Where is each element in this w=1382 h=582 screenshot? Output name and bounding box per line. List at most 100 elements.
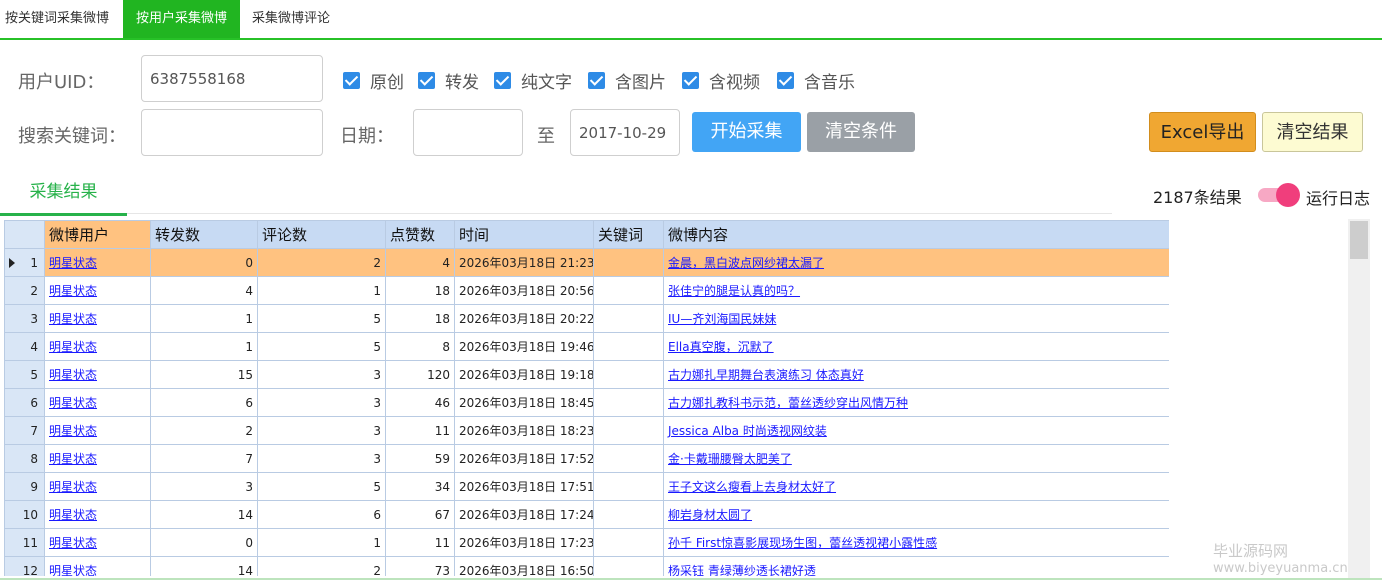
row-header[interactable]: 12 (4, 556, 45, 576)
table-row[interactable]: 11 明星状态 0 1 11 2026年03月18日 17:23 孙千 First惊喜影展现… (4, 528, 1169, 557)
row-header[interactable]: 11 (4, 528, 45, 557)
user-link[interactable]: 明星状态 (49, 564, 97, 576)
user-link[interactable]: 明星状态 (49, 396, 97, 410)
row-header[interactable]: 8 (4, 444, 45, 473)
row-header[interactable]: 6 (4, 388, 45, 417)
table-row[interactable]: 1 明星状态 0 2 4 2026年03月18日 21:23 金晨，黑白波点网纱裙太漏了 (4, 248, 1169, 277)
cell-time: 2026年03月18日 16:50 (454, 556, 594, 576)
run-log-toggle[interactable] (1258, 183, 1300, 207)
checkbox-has-video[interactable]: 含视频 (682, 70, 760, 93)
date-to-input[interactable] (570, 109, 680, 156)
row-header[interactable]: 2 (4, 276, 45, 305)
table-row[interactable]: 9 明星状态 3 5 34 2026年03月18日 17:51 王子文这么瘦看上去身材太好了 (4, 472, 1169, 501)
cell-likes: 67 (385, 500, 455, 529)
row-header[interactable]: 9 (4, 472, 45, 501)
row-header[interactable]: 10 (4, 500, 45, 529)
content-link[interactable]: Jessica Alba 时尚透视网纹装 (668, 424, 827, 438)
tab-user-collect[interactable]: 按用户采集微博 (123, 0, 240, 38)
column-header[interactable]: 关键词 (593, 220, 664, 249)
checkbox-original[interactable]: 原创 (343, 70, 404, 93)
row-header[interactable]: 4 (4, 332, 45, 361)
start-collect-button[interactable]: 开始采集 (692, 112, 801, 152)
table-row[interactable]: 10 明星状态 14 6 67 2026年03月18日 17:24 柳岩身材太圆了 (4, 500, 1169, 529)
toggle-knob (1276, 183, 1300, 207)
row-header[interactable]: 7 (4, 416, 45, 445)
cell-keyword (593, 276, 664, 305)
cell-reposts: 14 (150, 500, 258, 529)
user-link[interactable]: 明星状态 (49, 424, 97, 438)
content-link[interactable]: 古力娜扎早期舞台表演练习 体态真好 (668, 368, 864, 382)
excel-export-button[interactable]: Excel导出 (1149, 112, 1256, 152)
keyword-input[interactable] (141, 109, 323, 156)
checkbox-repost[interactable]: 转发 (418, 70, 479, 93)
cell-comments: 1 (257, 528, 386, 557)
content-link[interactable]: 孙千 First惊喜影展现场生图，蕾丝透视裙小露性感 (668, 536, 937, 550)
user-link[interactable]: 明星状态 (49, 312, 97, 326)
table-row[interactable]: 6 明星状态 6 3 46 2026年03月18日 18:45 古力娜扎教科书示范，蕾丝透纱… (4, 388, 1169, 417)
user-link[interactable]: 明星状态 (49, 452, 97, 466)
cell-reposts: 1 (150, 332, 258, 361)
cell-user: 明星状态 (44, 332, 151, 361)
user-link[interactable]: 明星状态 (49, 536, 97, 550)
content-link[interactable]: Ella真空腹，沉默了 (668, 340, 774, 354)
cell-comments: 2 (257, 248, 386, 277)
user-link[interactable]: 明星状态 (49, 368, 97, 382)
date-from-input[interactable] (413, 109, 523, 156)
row-header[interactable]: 3 (4, 304, 45, 333)
uid-input[interactable] (141, 55, 323, 102)
content-link[interactable]: 柳岩身材太圆了 (668, 508, 752, 522)
vertical-scrollbar[interactable] (1348, 219, 1370, 579)
tab-comment-collect[interactable]: 采集微博评论 (252, 0, 362, 38)
user-link[interactable]: 明星状态 (49, 284, 97, 298)
column-header[interactable]: 评论数 (257, 220, 386, 249)
checkbox-checked-icon (682, 71, 699, 89)
table-row[interactable]: 7 明星状态 2 3 11 2026年03月18日 18:23 Jessica Alba 时… (4, 416, 1169, 445)
clear-conditions-button[interactable]: 清空条件 (807, 112, 915, 152)
table-row[interactable]: 2 明星状态 4 1 18 2026年03月18日 20:56 张佳宁的腿是认真的吗？ (4, 276, 1169, 305)
cell-time: 2026年03月18日 17:24 (454, 500, 594, 529)
column-header[interactable]: 转发数 (150, 220, 258, 249)
table-row[interactable]: 3 明星状态 1 5 18 2026年03月18日 20:22 IU—齐刘海国民妹妹 (4, 304, 1169, 333)
user-link[interactable]: 明星状态 (49, 508, 97, 522)
column-header[interactable]: 微博用户 (44, 220, 151, 249)
scrollbar-thumb[interactable] (1350, 221, 1368, 259)
checkbox-label: 原创 (370, 72, 404, 93)
content-link[interactable]: 王子文这么瘦看上去身材太好了 (668, 480, 836, 494)
content-link[interactable]: 金晨，黑白波点网纱裙太漏了 (668, 256, 824, 270)
column-header[interactable]: 时间 (454, 220, 594, 249)
table-row[interactable]: 12 明星状态 14 2 73 2026年03月18日 16:50 杨采钰 青绿薄纱透长裙好… (4, 556, 1169, 576)
cell-time: 2026年03月18日 19:46 (454, 332, 594, 361)
checkbox-has-image[interactable]: 含图片 (588, 70, 666, 93)
row-header[interactable]: 1 (4, 248, 45, 277)
content-link[interactable]: 杨采钰 青绿薄纱透长裙好透 (668, 564, 816, 576)
row-header[interactable]: 5 (4, 360, 45, 389)
checkbox-checked-icon (418, 71, 435, 89)
status-line (0, 578, 1382, 580)
column-header[interactable]: 点赞数 (385, 220, 455, 249)
table-row[interactable]: 8 明星状态 7 3 59 2026年03月18日 17:52 金·卡戴珊腰臀太肥美了 (4, 444, 1169, 473)
tab-collect-results[interactable]: 采集结果 (0, 178, 127, 216)
clear-results-button[interactable]: 清空结果 (1262, 112, 1363, 152)
content-link[interactable]: 张佳宁的腿是认真的吗？ (668, 284, 800, 298)
tab-keyword-collect[interactable]: 按关键词采集微博 (5, 0, 117, 38)
checkbox-has-music[interactable]: 含音乐 (777, 70, 855, 93)
user-link[interactable]: 明星状态 (49, 480, 97, 494)
user-link[interactable]: 明星状态 (49, 340, 97, 354)
row-number: 4 (30, 339, 38, 354)
cell-reposts: 15 (150, 360, 258, 389)
cell-likes: 11 (385, 528, 455, 557)
cell-user: 明星状态 (44, 500, 151, 529)
table-row[interactable]: 4 明星状态 1 5 8 2026年03月18日 19:46 Ella真空腹，沉默了 (4, 332, 1169, 361)
checkbox-text-only[interactable]: 纯文字 (494, 70, 572, 93)
table-row[interactable]: 5 明星状态 15 3 120 2026年03月18日 19:18 古力娜扎早期舞台表演练习… (4, 360, 1169, 389)
user-link[interactable]: 明星状态 (49, 256, 97, 270)
cell-comments: 5 (257, 304, 386, 333)
checkbox-label: 含音乐 (804, 72, 855, 93)
cell-user: 明星状态 (44, 416, 151, 445)
cell-content: 古力娜扎教科书示范，蕾丝透纱穿出风情万种 (663, 388, 1169, 417)
cell-comments: 6 (257, 500, 386, 529)
content-link[interactable]: 金·卡戴珊腰臀太肥美了 (668, 452, 792, 466)
column-header[interactable]: 微博内容 (663, 220, 1169, 249)
content-link[interactable]: 古力娜扎教科书示范，蕾丝透纱穿出风情万种 (668, 396, 908, 410)
content-link[interactable]: IU—齐刘海国民妹妹 (668, 312, 776, 326)
